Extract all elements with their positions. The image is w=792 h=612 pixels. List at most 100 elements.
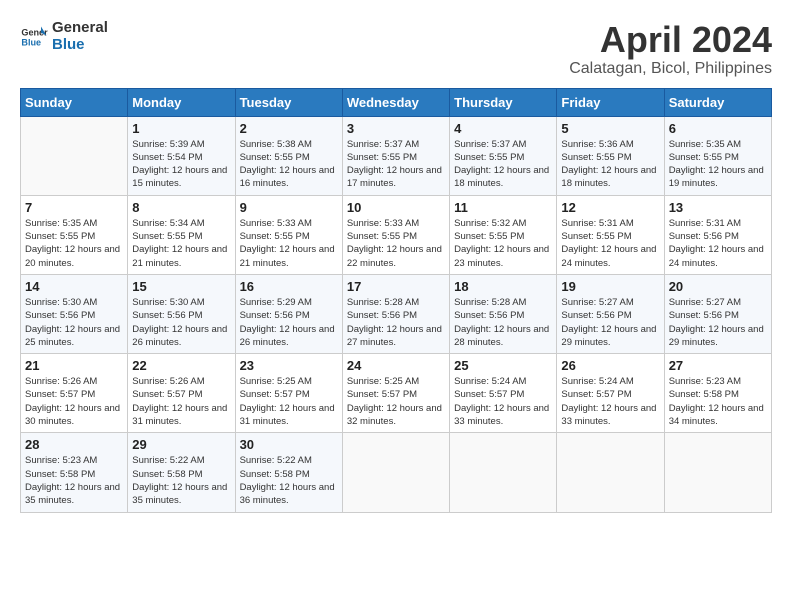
day-number: 23 [240,358,338,373]
calendar-cell: 5 Sunrise: 5:36 AMSunset: 5:55 PMDayligh… [557,116,664,195]
logo-icon: General Blue [20,23,48,51]
day-info: Sunrise: 5:27 AMSunset: 5:56 PMDaylight:… [561,296,659,349]
day-info: Sunrise: 5:22 AMSunset: 5:58 PMDaylight:… [132,454,230,507]
calendar-cell: 8 Sunrise: 5:34 AMSunset: 5:55 PMDayligh… [128,195,235,274]
calendar-cell: 28 Sunrise: 5:23 AMSunset: 5:58 PMDaylig… [21,433,128,512]
day-info: Sunrise: 5:37 AMSunset: 5:55 PMDaylight:… [454,138,552,191]
day-info: Sunrise: 5:25 AMSunset: 5:57 PMDaylight:… [347,375,445,428]
weekday-header-monday: Monday [128,88,235,116]
day-info: Sunrise: 5:28 AMSunset: 5:56 PMDaylight:… [347,296,445,349]
day-number: 4 [454,121,552,136]
calendar-cell: 23 Sunrise: 5:25 AMSunset: 5:57 PMDaylig… [235,354,342,433]
day-number: 16 [240,279,338,294]
day-info: Sunrise: 5:36 AMSunset: 5:55 PMDaylight:… [561,138,659,191]
day-info: Sunrise: 5:27 AMSunset: 5:56 PMDaylight:… [669,296,767,349]
day-info: Sunrise: 5:35 AMSunset: 5:55 PMDaylight:… [25,217,123,270]
calendar-cell: 24 Sunrise: 5:25 AMSunset: 5:57 PMDaylig… [342,354,449,433]
day-info: Sunrise: 5:26 AMSunset: 5:57 PMDaylight:… [132,375,230,428]
day-info: Sunrise: 5:35 AMSunset: 5:55 PMDaylight:… [669,138,767,191]
calendar-cell: 6 Sunrise: 5:35 AMSunset: 5:55 PMDayligh… [664,116,771,195]
day-info: Sunrise: 5:30 AMSunset: 5:56 PMDaylight:… [25,296,123,349]
calendar-cell: 25 Sunrise: 5:24 AMSunset: 5:57 PMDaylig… [450,354,557,433]
page-header: General Blue General Blue April 2024 Cal… [20,20,772,78]
day-number: 7 [25,200,123,215]
calendar-cell [557,433,664,512]
day-info: Sunrise: 5:28 AMSunset: 5:56 PMDaylight:… [454,296,552,349]
calendar-cell: 17 Sunrise: 5:28 AMSunset: 5:56 PMDaylig… [342,274,449,353]
calendar-cell: 13 Sunrise: 5:31 AMSunset: 5:56 PMDaylig… [664,195,771,274]
day-number: 1 [132,121,230,136]
calendar-cell [21,116,128,195]
day-number: 17 [347,279,445,294]
calendar-header: SundayMondayTuesdayWednesdayThursdayFrid… [21,88,772,116]
day-number: 19 [561,279,659,294]
day-number: 8 [132,200,230,215]
calendar-week-row: 14 Sunrise: 5:30 AMSunset: 5:56 PMDaylig… [21,274,772,353]
calendar-cell [342,433,449,512]
calendar-cell: 10 Sunrise: 5:33 AMSunset: 5:55 PMDaylig… [342,195,449,274]
calendar-cell: 27 Sunrise: 5:23 AMSunset: 5:58 PMDaylig… [664,354,771,433]
day-number: 25 [454,358,552,373]
calendar-cell: 11 Sunrise: 5:32 AMSunset: 5:55 PMDaylig… [450,195,557,274]
calendar-cell: 14 Sunrise: 5:30 AMSunset: 5:56 PMDaylig… [21,274,128,353]
calendar-cell: 16 Sunrise: 5:29 AMSunset: 5:56 PMDaylig… [235,274,342,353]
day-number: 18 [454,279,552,294]
day-number: 26 [561,358,659,373]
calendar-week-row: 7 Sunrise: 5:35 AMSunset: 5:55 PMDayligh… [21,195,772,274]
day-number: 22 [132,358,230,373]
calendar-cell: 30 Sunrise: 5:22 AMSunset: 5:58 PMDaylig… [235,433,342,512]
day-number: 24 [347,358,445,373]
calendar-cell: 3 Sunrise: 5:37 AMSunset: 5:55 PMDayligh… [342,116,449,195]
logo: General Blue General Blue [20,20,108,53]
day-number: 20 [669,279,767,294]
calendar-cell: 21 Sunrise: 5:26 AMSunset: 5:57 PMDaylig… [21,354,128,433]
day-number: 30 [240,437,338,452]
weekday-header-thursday: Thursday [450,88,557,116]
weekday-header-friday: Friday [557,88,664,116]
calendar-cell [450,433,557,512]
logo-text-line2: Blue [52,37,108,54]
calendar-week-row: 1 Sunrise: 5:39 AMSunset: 5:54 PMDayligh… [21,116,772,195]
day-number: 5 [561,121,659,136]
weekday-header-wednesday: Wednesday [342,88,449,116]
day-info: Sunrise: 5:22 AMSunset: 5:58 PMDaylight:… [240,454,338,507]
day-info: Sunrise: 5:31 AMSunset: 5:56 PMDaylight:… [669,217,767,270]
day-info: Sunrise: 5:33 AMSunset: 5:55 PMDaylight:… [347,217,445,270]
day-number: 9 [240,200,338,215]
day-info: Sunrise: 5:24 AMSunset: 5:57 PMDaylight:… [561,375,659,428]
calendar-cell: 1 Sunrise: 5:39 AMSunset: 5:54 PMDayligh… [128,116,235,195]
day-info: Sunrise: 5:33 AMSunset: 5:55 PMDaylight:… [240,217,338,270]
calendar-cell: 4 Sunrise: 5:37 AMSunset: 5:55 PMDayligh… [450,116,557,195]
day-info: Sunrise: 5:25 AMSunset: 5:57 PMDaylight:… [240,375,338,428]
calendar-cell: 2 Sunrise: 5:38 AMSunset: 5:55 PMDayligh… [235,116,342,195]
day-info: Sunrise: 5:37 AMSunset: 5:55 PMDaylight:… [347,138,445,191]
day-info: Sunrise: 5:31 AMSunset: 5:55 PMDaylight:… [561,217,659,270]
day-number: 11 [454,200,552,215]
day-info: Sunrise: 5:26 AMSunset: 5:57 PMDaylight:… [25,375,123,428]
weekday-header-sunday: Sunday [21,88,128,116]
calendar-week-row: 28 Sunrise: 5:23 AMSunset: 5:58 PMDaylig… [21,433,772,512]
day-number: 28 [25,437,123,452]
day-number: 6 [669,121,767,136]
day-info: Sunrise: 5:29 AMSunset: 5:56 PMDaylight:… [240,296,338,349]
day-number: 27 [669,358,767,373]
calendar-cell: 29 Sunrise: 5:22 AMSunset: 5:58 PMDaylig… [128,433,235,512]
day-number: 29 [132,437,230,452]
day-number: 14 [25,279,123,294]
month-title: April 2024 [569,20,772,60]
calendar-cell: 9 Sunrise: 5:33 AMSunset: 5:55 PMDayligh… [235,195,342,274]
weekday-header-row: SundayMondayTuesdayWednesdayThursdayFrid… [21,88,772,116]
title-block: April 2024 Calatagan, Bicol, Philippines [569,20,772,78]
day-info: Sunrise: 5:23 AMSunset: 5:58 PMDaylight:… [25,454,123,507]
day-number: 2 [240,121,338,136]
calendar-cell: 15 Sunrise: 5:30 AMSunset: 5:56 PMDaylig… [128,274,235,353]
day-number: 10 [347,200,445,215]
calendar-cell [664,433,771,512]
weekday-header-saturday: Saturday [664,88,771,116]
calendar-cell: 18 Sunrise: 5:28 AMSunset: 5:56 PMDaylig… [450,274,557,353]
day-number: 3 [347,121,445,136]
calendar-cell: 12 Sunrise: 5:31 AMSunset: 5:55 PMDaylig… [557,195,664,274]
calendar-table: SundayMondayTuesdayWednesdayThursdayFrid… [20,88,772,513]
day-info: Sunrise: 5:23 AMSunset: 5:58 PMDaylight:… [669,375,767,428]
day-info: Sunrise: 5:32 AMSunset: 5:55 PMDaylight:… [454,217,552,270]
